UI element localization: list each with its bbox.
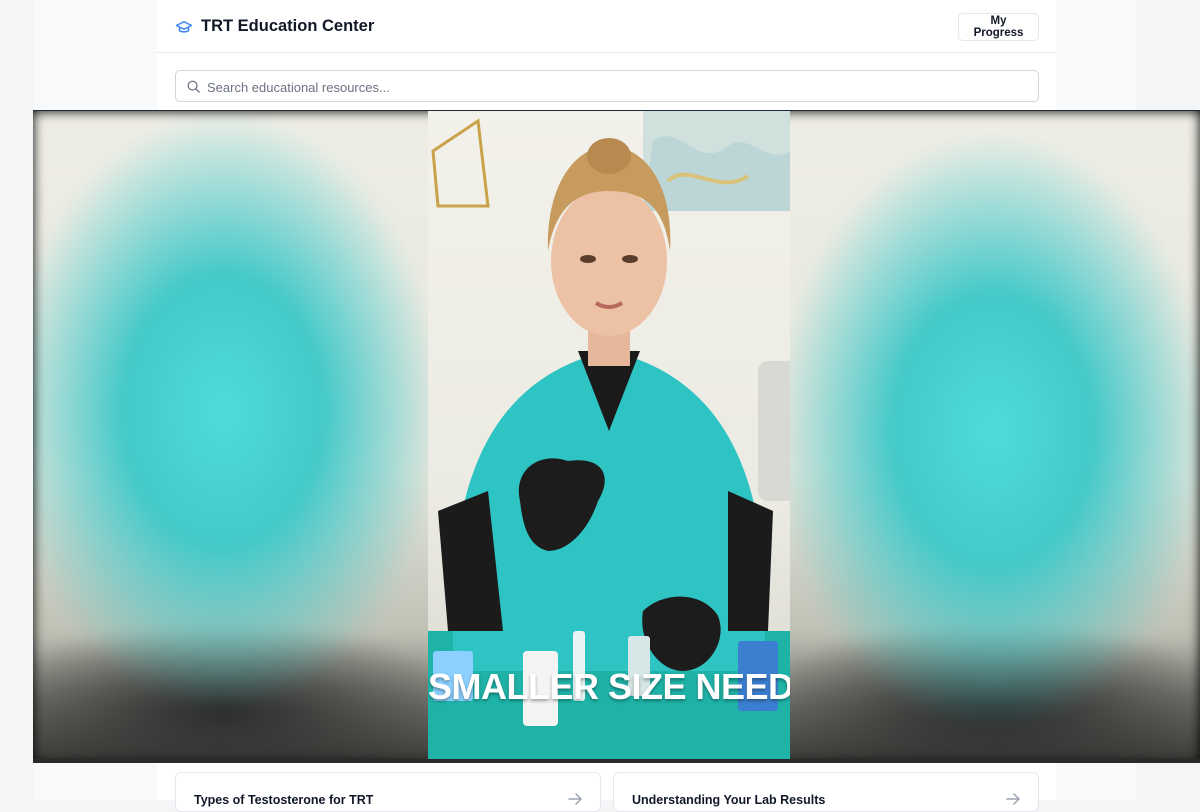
resource-card-testosterone-types[interactable]: Types of Testosterone for TRT bbox=[175, 772, 601, 812]
app-header: TRT Education Center My Progress bbox=[157, 0, 1056, 53]
search-icon bbox=[186, 79, 201, 94]
graduation-cap-icon bbox=[175, 18, 193, 36]
arrow-right-icon bbox=[568, 792, 582, 805]
instructor-video-image bbox=[428, 111, 790, 759]
video-player[interactable]: SMALLER SIZE NEEDLE bbox=[33, 110, 1200, 763]
video-frame: SMALLER SIZE NEEDLE bbox=[428, 111, 790, 759]
resource-card-lab-results[interactable]: Understanding Your Lab Results bbox=[613, 772, 1039, 812]
card-title: Understanding Your Lab Results bbox=[632, 793, 826, 807]
arrow-right-icon bbox=[1006, 792, 1020, 805]
video-progress-track[interactable] bbox=[33, 759, 1200, 763]
my-progress-button[interactable]: My Progress bbox=[958, 13, 1039, 41]
card-title: Types of Testosterone for TRT bbox=[194, 793, 374, 807]
video-caption: SMALLER SIZE NEEDLE bbox=[428, 666, 790, 707]
search-bar[interactable] bbox=[175, 70, 1039, 103]
search-input[interactable] bbox=[205, 71, 1029, 103]
app-title: TRT Education Center bbox=[201, 17, 375, 35]
